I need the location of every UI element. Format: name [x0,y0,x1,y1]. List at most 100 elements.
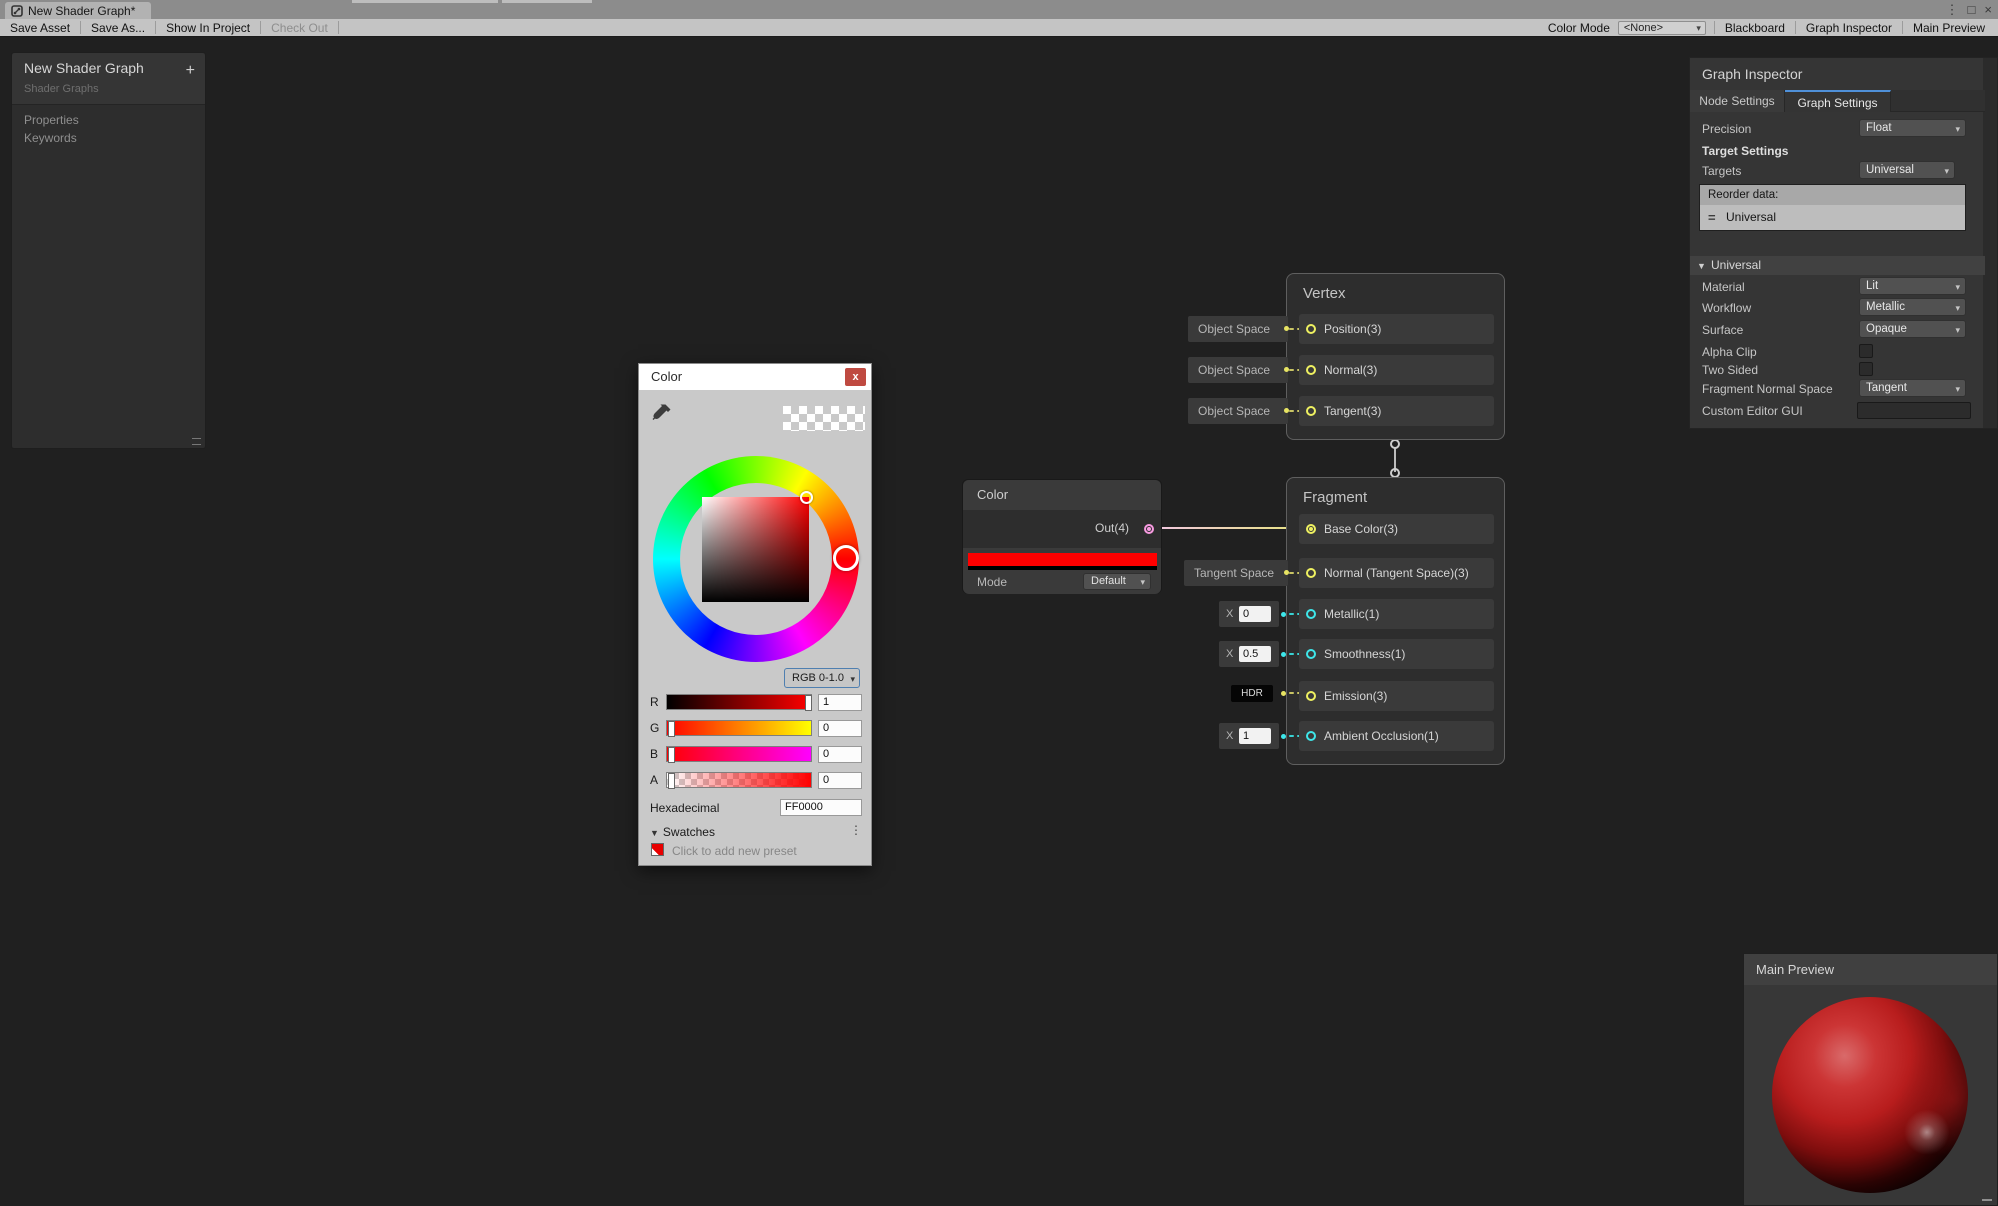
add-preset-hint[interactable]: Click to add new preset [672,844,797,858]
swatches-menu-icon[interactable]: ⋮ [850,823,862,837]
fragment-row-normal[interactable]: Normal (Tangent Space)(3) [1299,558,1494,588]
surface-dropdown[interactable]: Opaque ▾ [1859,320,1966,338]
normal-tangent-space-label[interactable]: Tangent Space [1184,560,1288,586]
base-color-port[interactable] [1306,524,1316,534]
fragment-row-base-color[interactable]: Base Color(3) [1299,514,1494,544]
green-slider[interactable] [666,720,812,736]
smoothness-value-field[interactable]: X 0.5 [1219,641,1279,667]
current-color-swatch[interactable] [783,406,865,431]
window-menu-icon[interactable]: ⋮ [1946,0,1959,19]
ambient-occlusion-value-field[interactable]: X 1 [1219,723,1279,749]
fragment-row-smoothness[interactable]: Smoothness(1) [1299,639,1494,669]
alpha-slider[interactable] [666,772,812,788]
position-port[interactable] [1306,324,1316,334]
preview-sphere[interactable] [1772,997,1968,1193]
resize-grip[interactable] [1982,1199,1992,1201]
fragment-row-emission[interactable]: Emission(3) [1299,681,1494,711]
blue-value-field[interactable]: 0 [818,746,862,763]
workflow-dropdown[interactable]: Metallic ▾ [1859,298,1966,316]
color-node[interactable]: Color Out(4) Mode Default ▾ [962,479,1162,594]
precision-dropdown[interactable]: Float ▾ [1859,119,1966,137]
hue-selector[interactable] [833,545,859,571]
alpha-clip-checkbox[interactable] [1859,344,1873,358]
fragment-row-metallic[interactable]: Metallic(1) [1299,599,1494,629]
graph-inspector-toggle-button[interactable]: Graph Inspector [1796,21,1902,35]
fragment-normal-space-dropdown[interactable]: Tangent ▾ [1859,379,1966,397]
metallic-port[interactable] [1306,609,1316,619]
color-alpha-strip [968,566,1157,570]
vertex-row-normal[interactable]: Normal(3) [1299,355,1494,385]
tangent-space-label[interactable]: Object Space [1188,398,1288,424]
mode-dropdown[interactable]: Default ▾ [1083,573,1151,590]
tab-graph-settings[interactable]: Graph Settings [1785,90,1891,112]
reorder-item-universal[interactable]: = Universal [1700,205,1965,230]
green-value-field[interactable]: 0 [818,720,862,737]
two-sided-label: Two Sided [1702,363,1758,377]
blackboard-toggle-button[interactable]: Blackboard [1715,21,1795,35]
hexadecimal-field[interactable]: FF0000 [780,799,862,816]
vertex-context[interactable]: Vertex Object Space Position(3) Object S… [1286,273,1505,440]
dialog-titlebar[interactable]: Color x [639,364,871,390]
show-in-project-button[interactable]: Show In Project [156,21,260,35]
vertex-row-position[interactable]: Position(3) [1299,314,1494,344]
red-slider-handle[interactable] [805,695,812,711]
blackboard-subtitle: Shader Graphs [24,83,99,95]
color-swatch[interactable] [968,553,1157,566]
edge-color-to-basecolor[interactable] [1152,527,1308,529]
green-slider-handle[interactable] [668,721,675,737]
fragment-row-ambient-occlusion[interactable]: Ambient Occlusion(1) [1299,721,1494,751]
red-slider[interactable] [666,694,812,710]
save-asset-button[interactable]: Save Asset [0,21,80,35]
color-mode-dropdown[interactable]: <None> ▾ [1618,21,1706,35]
blackboard-section-keywords[interactable]: Keywords [24,131,77,145]
window-controls: ⋮ □ × [1946,0,1992,19]
position-space-label[interactable]: Object Space [1188,316,1288,342]
saturation-value-selector[interactable] [800,491,813,504]
main-preview-toggle-button[interactable]: Main Preview [1903,21,1995,35]
window-close-icon[interactable]: × [1984,0,1992,19]
resize-grip[interactable] [192,438,201,445]
normal-tangent-port[interactable] [1306,568,1316,578]
blackboard-section-properties[interactable]: Properties [24,113,79,127]
tab-new-shader-graph[interactable]: New Shader Graph* [5,2,151,19]
ambient-occlusion-port[interactable] [1306,731,1316,741]
alpha-slider-handle[interactable] [668,773,675,789]
blue-slider-handle[interactable] [668,747,675,763]
window-maximize-icon[interactable]: □ [1968,0,1976,19]
tangent-port[interactable] [1306,406,1316,416]
color-node-titlebar[interactable]: Color [963,480,1161,510]
vertex-stack-port[interactable] [1390,439,1400,449]
eyedropper-icon[interactable] [651,402,673,424]
hdr-badge[interactable]: HDR [1231,685,1273,702]
metallic-value[interactable]: 0 [1239,606,1271,622]
out-port[interactable] [1144,524,1154,534]
vertex-row-tangent[interactable]: Tangent(3) [1299,396,1494,426]
material-dropdown[interactable]: Lit ▾ [1859,277,1966,295]
emission-port[interactable] [1306,691,1316,701]
blackboard-header[interactable]: New Shader Graph + Shader Graphs [12,53,205,105]
saturation-value-square[interactable] [702,497,809,602]
preset-color-swatch[interactable] [651,843,664,856]
alpha-value-field[interactable]: 0 [818,772,862,789]
fragment-context[interactable]: Fragment Base Color(3) Tangent Space Nor… [1286,477,1505,765]
smoothness-port[interactable] [1306,649,1316,659]
tab-node-settings[interactable]: Node Settings [1690,90,1785,112]
metallic-value-field[interactable]: X 0 [1219,601,1279,627]
dialog-close-button[interactable]: x [845,368,866,386]
vertex-title: Vertex [1303,285,1346,302]
targets-dropdown[interactable]: Universal ▾ [1859,161,1955,179]
save-as-button[interactable]: Save As... [81,21,155,35]
red-value-field[interactable]: 1 [818,694,862,711]
universal-foldout[interactable]: ▼ Universal [1690,256,1985,275]
normal-port[interactable] [1306,365,1316,375]
color-mode-format-dropdown[interactable]: RGB 0-1.0 ▾ [784,668,860,688]
drag-handle-icon[interactable]: = [1708,205,1716,230]
add-property-button[interactable]: + [186,63,195,79]
blue-slider[interactable] [666,746,812,762]
smoothness-value[interactable]: 0.5 [1239,646,1271,662]
normal-space-label[interactable]: Object Space [1188,357,1288,383]
ambient-occlusion-value[interactable]: 1 [1239,728,1271,744]
custom-editor-gui-field[interactable] [1857,402,1971,419]
swatches-foldout[interactable]: ▼Swatches [650,825,715,839]
two-sided-checkbox[interactable] [1859,362,1873,376]
